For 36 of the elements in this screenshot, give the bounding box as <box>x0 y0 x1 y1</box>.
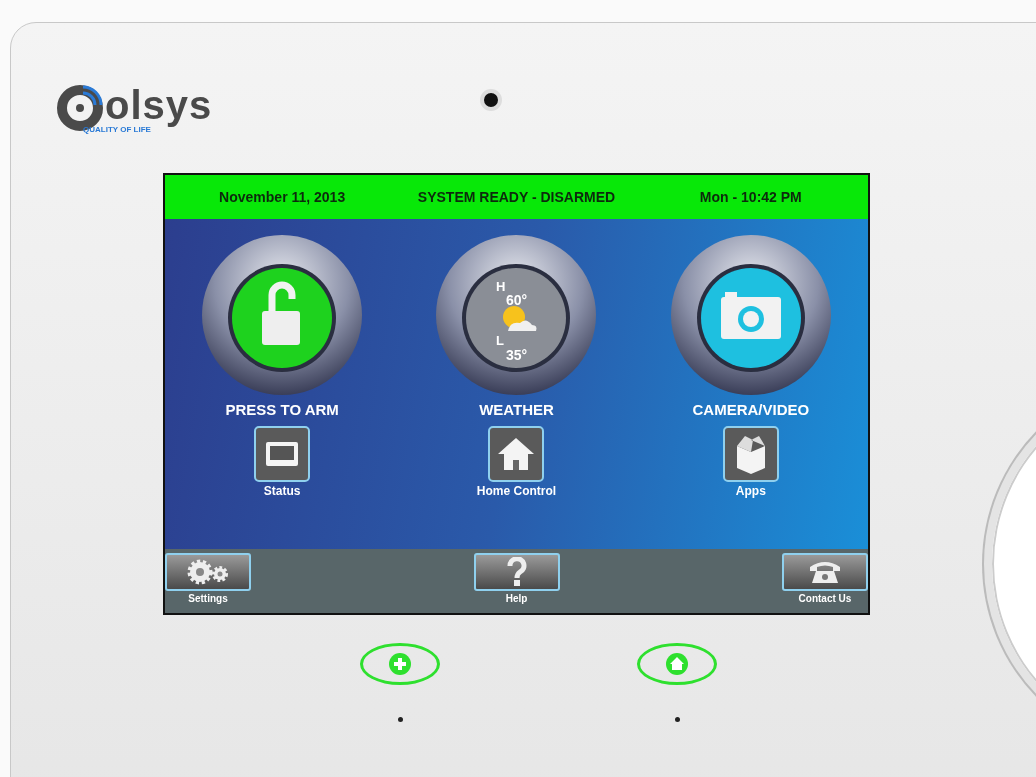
system-status-text: SYSTEM READY - DISARMED <box>416 189 617 205</box>
sensor-dot-icon <box>674 717 680 722</box>
high-label: H <box>496 279 506 294</box>
home-icon <box>666 653 688 675</box>
tile-label: CAMERA/VIDEO <box>692 401 810 418</box>
tile-label: PRESS TO ARM <box>225 401 339 418</box>
camera-icon <box>720 292 781 339</box>
phone-button[interactable] <box>782 553 868 591</box>
apps-tile-button[interactable] <box>722 426 779 482</box>
low-label: L <box>496 333 505 348</box>
weather-orb-button[interactable]: H 60° L 35° <box>434 233 599 397</box>
time-text: Mon - 10:42 PM <box>698 189 803 205</box>
lock-orb-button[interactable] <box>200 233 365 397</box>
tile-label: Apps <box>735 484 766 498</box>
sensor-dot-icon <box>397 717 403 722</box>
button-label: Contact Us <box>798 593 852 604</box>
high-temperature: 60° <box>506 292 528 308</box>
home-tile-button[interactable] <box>488 426 545 482</box>
plus-icon <box>389 653 411 675</box>
brand-tagline: QUALITY OF LIFE <box>83 125 151 134</box>
tile-label: Home Control <box>476 484 557 498</box>
low-temperature: 35° <box>506 347 528 363</box>
padlock-icon <box>262 281 301 345</box>
camera-lens-icon <box>480 89 503 111</box>
settings-button[interactable] <box>165 553 251 591</box>
help-button[interactable] <box>473 553 560 591</box>
button-label: Settings <box>188 593 228 604</box>
date-text: November 11, 2013 <box>218 189 347 205</box>
brand-name: olsys <box>105 85 213 125</box>
tile-label: Status <box>263 484 301 498</box>
status-tile-button[interactable] <box>254 426 311 482</box>
question-mark-icon <box>505 557 528 587</box>
button-label: Help <box>505 593 528 604</box>
camera-orb-button[interactable] <box>668 233 833 397</box>
tile-label: WEATHER <box>479 401 554 418</box>
partly-cloudy-icon <box>503 306 537 331</box>
